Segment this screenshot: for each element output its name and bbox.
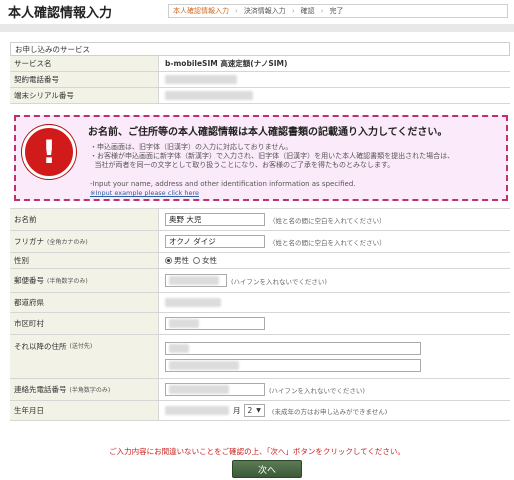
phone-number-row: 契約電話番号	[10, 72, 510, 88]
address-line1-input[interactable]	[165, 341, 421, 355]
phone-hint: (ハイフンを入れないでください)	[269, 386, 365, 395]
kana-hint: （姓と名の間に空白を入れてください）	[269, 238, 386, 247]
birth-year-select[interactable]	[165, 406, 229, 415]
next-button[interactable]: 次へ	[232, 460, 302, 478]
identity-input-page: 本人確認情報入力 本人確認情報入力 › 決済情報入力 › 確認 › 完了 お申し…	[0, 0, 514, 480]
phone-label-note: (半角数字のみ)	[69, 387, 111, 394]
name-hint: （姓と名の間に空白を入れてください）	[269, 216, 386, 225]
prefecture-label: 都道府県	[10, 293, 158, 312]
birthdate-row: 生年月日 月 2 ▼ (未成年の方はお申し込みができません)	[10, 401, 510, 421]
header-divider	[0, 24, 514, 32]
contract-phone-label: 契約電話番号	[10, 72, 158, 87]
notice-heading: お名前、ご住所等の本人確認情報は本人確認書類の記載通り入力してください。	[88, 127, 448, 138]
step-payment: 決済情報入力	[243, 7, 286, 15]
prefecture-row: 都道府県	[10, 293, 510, 313]
serial-value	[158, 88, 510, 103]
notice-line-2: ・お客様が申込画面に新字体（新漢字）で入力され、旧字体（旧漢字）を用いた本人確認…	[90, 152, 455, 169]
zip-label: 郵便番号	[14, 276, 44, 285]
address-row: それ以降の住所 (送付先)	[10, 335, 510, 379]
identity-notice: ! お名前、ご住所等の本人確認情報は本人確認書類の記載通り入力してください。 ・…	[14, 115, 508, 201]
phone-label: 連絡先電話番号	[14, 385, 67, 394]
birth-day-select[interactable]: 2 ▼	[243, 404, 265, 417]
service-name-label: サービス名	[10, 56, 158, 71]
kana-row: フリガナ(全角カナのみ) （姓と名の間に空白を入れてください）	[10, 231, 510, 253]
birthdate-label: 生年月日	[10, 401, 158, 420]
birth-hint: (未成年の方はお申し込みができません)	[271, 407, 388, 416]
step-separator-icon: ›	[291, 7, 295, 15]
chevron-down-icon: ▼	[256, 407, 261, 414]
kana-label: フリガナ	[14, 237, 44, 246]
name-row: お名前 （姓と名の間に空白を入れてください）	[10, 209, 510, 231]
gender-male-radio[interactable]: 男性	[165, 255, 189, 266]
zip-label-note: (半角数字のみ)	[47, 278, 88, 285]
zip-hint: (ハイフンを入れないでください)	[231, 277, 327, 286]
gender-row: 性別 男性 女性	[10, 253, 510, 269]
name-input[interactable]	[165, 213, 265, 226]
zip-row: 郵便番号 (半角数字のみ) (ハイフンを入れないでください)	[10, 269, 510, 293]
name-label: お名前	[10, 209, 158, 230]
radio-checked-icon	[165, 257, 172, 264]
city-input[interactable]	[165, 317, 265, 330]
page-title: 本人確認情報入力	[8, 6, 113, 21]
address-line2-input[interactable]	[165, 358, 421, 372]
prefecture-value[interactable]	[165, 298, 221, 307]
service-row: サービス名 b-mobileSIM 高速定額(ナノSIM)	[10, 56, 510, 72]
service-table: お申し込みのサービス サービス名 b-mobileSIM 高速定額(ナノSIM)…	[10, 42, 510, 104]
progress-steps: 本人確認情報入力 › 決済情報入力 › 確認 › 完了	[168, 4, 508, 18]
birth-month-unit: 月	[233, 406, 241, 415]
page-header: 本人確認情報入力 本人確認情報入力 › 決済情報入力 › 確認 › 完了	[0, 0, 514, 26]
serial-row: 端末シリアル番号	[10, 88, 510, 104]
notice-line-1: ・申込画面は、旧字体（旧漢字）の入力に対応しておりません。	[90, 143, 293, 151]
step-separator-icon: ›	[320, 7, 324, 15]
step-confirm: 確認	[300, 7, 315, 15]
serial-label: 端末シリアル番号	[10, 88, 158, 103]
phone-row: 連絡先電話番号 (半角数字のみ) (ハイフンを入れないでください)	[10, 379, 510, 401]
identity-form: お名前 （姓と名の間に空白を入れてください） フリガナ(全角カナのみ) （姓と名…	[10, 208, 510, 421]
phone-input[interactable]	[165, 383, 265, 396]
service-name-value: b-mobileSIM 高速定額(ナノSIM)	[158, 56, 510, 71]
step-identity: 本人確認情報入力	[173, 7, 229, 15]
city-row: 市区町村	[10, 313, 510, 335]
confirmation-note: ご入力内容にお間違いないことをご確認の上、「次へ」ボタンをクリックしてください。	[109, 447, 405, 456]
notice-line-english: -Input your name, address and other iden…	[90, 180, 356, 188]
address-label: それ以降の住所	[14, 342, 67, 351]
zip-input[interactable]	[165, 274, 227, 287]
kana-label-note: (全角カナのみ)	[47, 239, 88, 246]
service-section-title: お申し込みのサービス	[10, 42, 510, 56]
step-complete: 完了	[329, 7, 344, 15]
gender-female-radio[interactable]: 女性	[193, 255, 217, 266]
address-label-note: (送付先)	[69, 343, 93, 350]
kana-input[interactable]	[165, 235, 265, 248]
city-label: 市区町村	[10, 313, 158, 334]
contract-phone-value	[158, 72, 510, 87]
input-example-link[interactable]: ※Input example please click here	[90, 189, 199, 197]
radio-unchecked-icon	[193, 257, 200, 264]
gender-label: 性別	[10, 253, 158, 268]
exclamation-icon: !	[22, 125, 76, 179]
step-separator-icon: ›	[235, 7, 238, 15]
